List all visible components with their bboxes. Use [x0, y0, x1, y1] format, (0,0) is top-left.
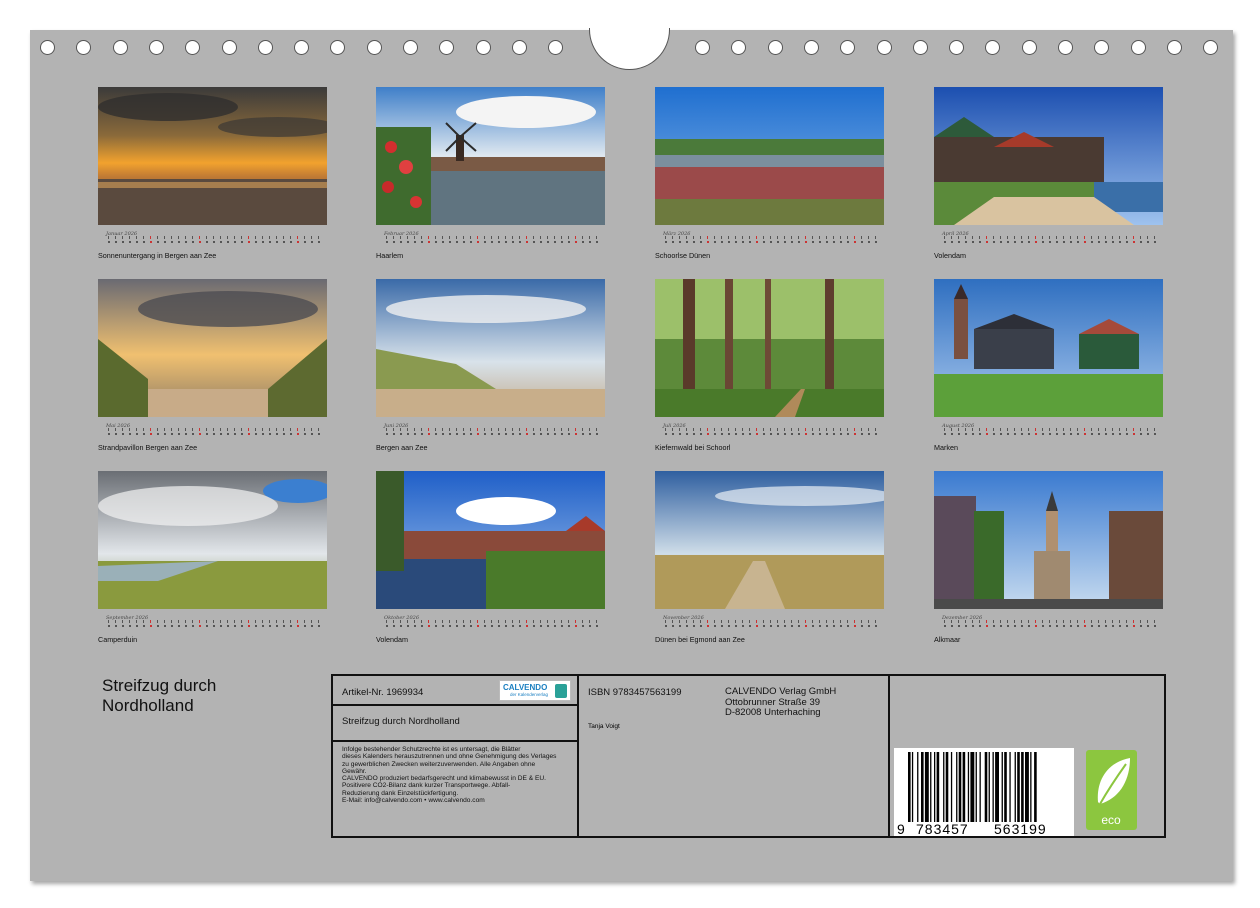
month-caption: Sonnenuntergang in Bergen aan Zee: [98, 251, 217, 260]
month-photo: [98, 471, 327, 609]
binding-hole: [912, 40, 928, 55]
author: Tanja Voigt: [588, 723, 620, 730]
month-photo: [376, 87, 605, 225]
legal-text: Infolge bestehender Schutzrechte ist es …: [342, 746, 557, 805]
month-photo: [655, 279, 884, 417]
binding-hole: [1094, 40, 1110, 55]
month-caption: Strandpavillon Bergen aan Zee: [98, 443, 198, 452]
binding-hole: [366, 40, 382, 55]
month-block: Oktober 2026 Volendam: [376, 471, 605, 644]
month-photo: [655, 471, 884, 609]
binding-hole: [511, 40, 527, 55]
month-caption: Bergen aan Zee: [376, 443, 428, 452]
month-block: Juli 2026 Kiefernwald bei Schoorl: [655, 279, 884, 452]
day-strip: [944, 236, 1156, 243]
binding-hole: [803, 40, 819, 55]
binding-hole: [949, 40, 965, 55]
month-photo: [376, 279, 605, 417]
month-block: Dezember 2026 Alkmaar: [934, 471, 1163, 644]
svg-text:9: 9: [897, 821, 905, 836]
month-block: Januar 2026 Sonnenuntergang in Bergen aan…: [98, 87, 327, 260]
month-caption: Marken: [934, 443, 958, 452]
month-caption: Schoorlse Dünen: [655, 251, 711, 260]
month-photo: [98, 279, 327, 417]
binding-hole: [731, 40, 747, 55]
binding-hole: [221, 40, 237, 55]
month-photo: [934, 87, 1163, 225]
month-block: September 2026 Camperduin: [98, 471, 327, 644]
binding-hole: [330, 40, 346, 55]
svg-text:eco: eco: [1101, 813, 1121, 827]
binding-hole: [76, 40, 92, 55]
binding-hole: [840, 40, 856, 55]
binding-hole: [294, 40, 310, 55]
month-block: März 2026 Schoorlse Dünen: [655, 87, 884, 260]
info-box: Artikel-Nr. 1969934 CALVENDO der Kalende…: [331, 674, 1166, 838]
binding-hole: [475, 40, 491, 55]
day-strip: [944, 428, 1156, 435]
info-subtitle: Streifzug durch Nordholland: [342, 716, 460, 727]
binding-hole: [403, 40, 418, 55]
month-block: Mai 2026 Strandpavillon Bergen aan Zee: [98, 279, 327, 452]
binding-hole: [548, 40, 564, 55]
barcode-area: 9 783457 563199 eco: [890, 676, 1164, 837]
month-photo: [376, 471, 605, 609]
month-caption: Volendam: [376, 635, 408, 644]
month-caption: Camperduin: [98, 635, 138, 644]
binding-hole: [767, 40, 783, 55]
month-caption: Alkmaar: [934, 635, 961, 644]
title-line-2: Nordholland: [102, 696, 194, 715]
month-photo: [934, 279, 1163, 417]
day-strip: [108, 428, 320, 435]
month-block: April 2026 Volendam: [934, 87, 1163, 260]
eco-badge: eco: [1086, 750, 1137, 830]
month-block: August 2026 Marken: [934, 279, 1163, 452]
binding-hole: [876, 40, 892, 55]
svg-text:783457: 783457: [916, 821, 969, 836]
month-caption: Volendam: [934, 251, 966, 260]
month-block: Februar 2026 Haarlem: [376, 87, 605, 260]
binding-hole: [40, 40, 55, 55]
month-caption: Kiefernwald bei Schoorl: [655, 443, 731, 452]
month-caption: Haarlem: [376, 251, 404, 260]
binding-hole: [1203, 40, 1219, 55]
day-strip: [386, 236, 598, 243]
svg-text:563199: 563199: [994, 821, 1047, 836]
binding-hole: [1130, 40, 1146, 55]
month-photo: [98, 87, 327, 225]
day-strip: [386, 620, 598, 627]
day-strip: [944, 620, 1156, 627]
calendar-sheet: Januar 2026 Sonnenuntergang in Bergen aan…: [30, 28, 1233, 881]
month-photo: [655, 87, 884, 225]
publisher-address: CALVENDO Verlag GmbH Ottobrunner Straße …: [725, 686, 837, 718]
day-strip: [108, 620, 320, 627]
leaf-icon: eco: [1097, 758, 1130, 827]
calendar-title: Streifzug durch Nordholland: [102, 676, 216, 716]
calvendo-logo: CALVENDO der Kalenderverlag: [499, 680, 571, 701]
month-block: November 2026 Dünen bei Egmond aan Zee: [655, 471, 884, 644]
binding-hole: [695, 40, 710, 55]
logo-mark-icon: [555, 684, 567, 698]
day-strip: [386, 428, 598, 435]
binding-hole: [1021, 40, 1037, 55]
binding-hole: [148, 40, 164, 55]
day-strip: [665, 428, 877, 435]
day-strip: [108, 236, 320, 243]
binding-hole: [439, 40, 455, 55]
binding-hole: [985, 40, 1001, 55]
title-line-1: Streifzug durch: [102, 676, 217, 695]
binding-hole: [112, 40, 128, 55]
month-caption: Dünen bei Egmond aan Zee: [655, 635, 745, 644]
day-strip: [665, 236, 877, 243]
binding-hole: [1166, 40, 1182, 55]
day-strip: [665, 620, 877, 627]
month-block: Juni 2026 Bergen aan Zee: [376, 279, 605, 452]
isbn-barcode: 9 783457 563199: [894, 748, 1074, 837]
binding-hole: [257, 40, 273, 55]
binding-hole: [185, 40, 201, 55]
month-photo: [934, 471, 1163, 609]
article-number: Artikel-Nr. 1969934: [342, 687, 424, 698]
binding-hole: [1058, 40, 1073, 55]
isbn: ISBN 9783457563199: [588, 687, 682, 698]
